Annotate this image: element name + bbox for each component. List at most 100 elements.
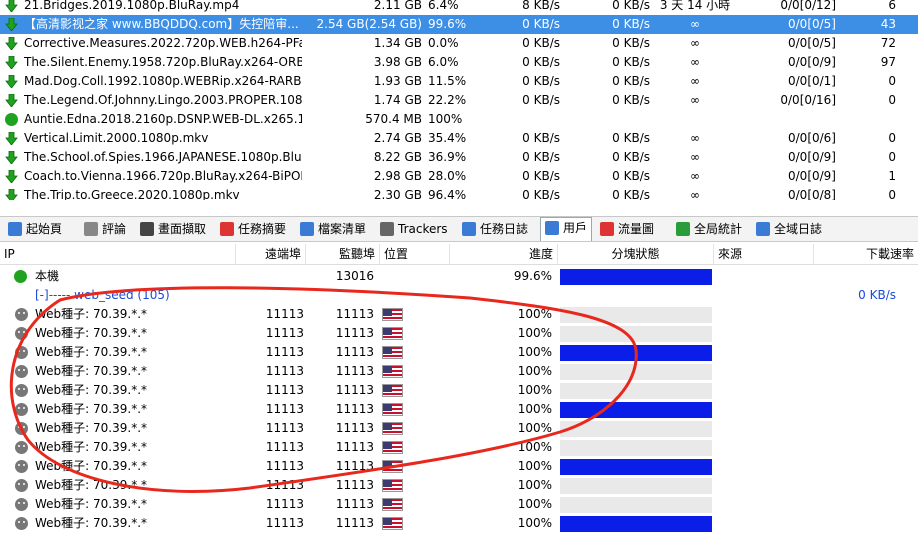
task-availability: 0 — [888, 131, 896, 145]
task-row[interactable]: Auntie.Edna.2018.2160p.DSNP.WEB-DL.x265.… — [0, 110, 918, 129]
peer-remote-port: 11113 — [265, 478, 304, 492]
trackers-icon — [380, 222, 394, 236]
peer-row[interactable]: Web種子: 70.39.*.* 11113 11113 100% — [0, 305, 918, 324]
task-peers: 0/0[0/5] — [788, 36, 836, 50]
peer-row[interactable]: Web種子: 70.39.*.* 11113 11113 100% — [0, 476, 918, 495]
users-icon — [545, 221, 559, 235]
task-row[interactable]: Vertical.Limit.2000.1080p.mkv 2.74 GB 35.4… — [0, 129, 918, 148]
tab-label: 用戶 — [563, 221, 588, 235]
us-flag-icon — [382, 479, 403, 492]
peer-row[interactable]: Web種子: 70.39.*.* 11113 11113 100% — [0, 457, 918, 476]
column-header-download-rate[interactable]: 下載速率 — [814, 244, 918, 264]
peer-pieces-bar — [560, 421, 712, 437]
peer-pieces-bar — [560, 478, 712, 494]
local-listen-port: 13016 — [335, 269, 374, 283]
task-row[interactable]: 【高清影视之家 www.BBQDDQ.com】失控陪审... 2.54 GB(2.… — [0, 15, 918, 34]
task-row[interactable]: Mad.Dog.Coll.1992.1080p.WEBRip.x264-RARB… — [0, 72, 918, 91]
web-seed-face-icon — [15, 308, 28, 321]
tab-label: 任務日誌 — [480, 222, 529, 236]
task-name: Vertical.Limit.2000.1080p.mkv — [24, 131, 209, 145]
stats-icon — [676, 222, 690, 236]
peer-listen-port: 11113 — [335, 459, 374, 473]
column-header-location[interactable]: 位置 — [380, 244, 450, 264]
tab-home[interactable]: 起始頁 — [4, 219, 66, 239]
task-size: 2.11 GB — [373, 0, 422, 12]
peer-row[interactable]: Web種子: 70.39.*.* 11113 11113 100% — [0, 343, 918, 362]
peer-row[interactable]: Web種子: 70.39.*.* 11113 11113 100% — [0, 495, 918, 514]
task-download-speed: 0 KB/s — [522, 17, 560, 31]
tab-comment[interactable]: 評論 — [80, 219, 130, 239]
tab-global-log[interactable]: 全域日誌 — [752, 219, 826, 239]
task-upload-speed: 0 KB/s — [612, 17, 650, 31]
task-availability: 1 — [888, 169, 896, 183]
column-header-listen-port[interactable]: 監聽埠 — [306, 244, 380, 264]
home-icon — [8, 222, 22, 236]
task-row[interactable]: Corrective.Measures.2022.720p.WEB.h264-P… — [0, 34, 918, 53]
task-list[interactable]: 21.Bridges.2019.1080p.BluRay.mp4 2.11 GB 6… — [0, 0, 918, 200]
tab-label: 畫面擷取 — [158, 222, 207, 236]
peer-pieces-bar — [560, 307, 712, 323]
download-arrow-icon — [5, 56, 18, 69]
tab-screenshot[interactable]: 畫面擷取 — [136, 219, 210, 239]
peer-row[interactable]: Web種子: 70.39.*.* 11113 11113 100% — [0, 419, 918, 438]
peer-ip: Web種子: 70.39.*.* — [35, 497, 148, 511]
column-header-progress[interactable]: 進度 — [450, 244, 558, 264]
tab-stats[interactable]: 全局統計 — [672, 219, 746, 239]
tab-log[interactable]: 任務日誌 — [458, 219, 532, 239]
task-eta: ∞ — [690, 74, 700, 88]
tab-files[interactable]: 檔案清單 — [296, 219, 370, 239]
tab-summary[interactable]: 任務摘要 — [216, 219, 290, 239]
task-row[interactable]: 21.Bridges.2019.1080p.BluRay.mp4 2.11 GB 6… — [0, 0, 918, 15]
task-row[interactable]: The.Trip.to.Greece.2020.1080p.mkv 2.30 GB… — [0, 186, 918, 200]
peer-ip: Web種子: 70.39.*.* — [35, 421, 148, 435]
peer-row[interactable]: Web種子: 70.39.*.* 11113 11113 100% — [0, 400, 918, 419]
column-header-pieces[interactable]: 分塊狀態 — [558, 244, 714, 264]
task-row[interactable]: The.Silent.Enemy.1958.720p.BluRay.x264-O… — [0, 53, 918, 72]
web-seed-face-icon — [15, 517, 28, 530]
web-seed-group-label[interactable]: [-]----- web_seed (105) — [35, 286, 170, 305]
tab-trackers[interactable]: Trackers — [376, 219, 452, 239]
web-seed-face-icon — [15, 460, 28, 473]
tab-label: 任務摘要 — [238, 222, 287, 236]
screenshot-icon — [140, 222, 154, 236]
peer-progress: 100% — [517, 364, 552, 378]
peer-ip: Web種子: 70.39.*.* — [35, 307, 148, 321]
task-availability: 0 — [888, 74, 896, 88]
peer-remote-port: 11113 — [265, 307, 304, 321]
peer-row[interactable]: Web種子: 70.39.*.* 11113 11113 100% — [0, 362, 918, 381]
peer-row[interactable]: Web種子: 70.39.*.* 11113 11113 100% — [0, 514, 918, 533]
task-size: 1.74 GB — [373, 93, 422, 107]
peer-row-local[interactable]: 本機 13016 99.6% — [0, 267, 918, 286]
column-header-remote-port[interactable]: 遠端埠 — [236, 244, 306, 264]
task-size: 8.22 GB — [373, 150, 422, 164]
peer-pieces-bar — [560, 516, 712, 532]
peer-listen-port: 11113 — [335, 364, 374, 378]
peer-listen-port: 11113 — [335, 440, 374, 454]
task-availability: 0 — [888, 150, 896, 164]
tab-label: 評論 — [102, 222, 127, 236]
task-peers: 0/0[0/16] — [780, 93, 836, 107]
column-header-ip[interactable]: IP — [0, 244, 236, 264]
task-upload-speed: 0 KB/s — [612, 55, 650, 69]
peer-listen-port: 11113 — [335, 307, 374, 321]
web-seed-group-row[interactable]: [-]----- web_seed (105) 0 KB/s — [0, 286, 918, 305]
comment-icon — [84, 222, 98, 236]
task-row[interactable]: The.School.of.Spies.1966.JAPANESE.1080p.… — [0, 148, 918, 167]
tab-users[interactable]: 用戶 — [540, 217, 593, 241]
task-row[interactable]: Coach.to.Vienna.1966.720p.BluRay.x264-Bi… — [0, 167, 918, 186]
tab-graph[interactable]: 流量圖 — [596, 219, 658, 239]
peer-row[interactable]: Web種子: 70.39.*.* 11113 11113 100% — [0, 438, 918, 457]
task-peers: 0/0[0/9] — [788, 55, 836, 69]
peer-ip: Web種子: 70.39.*.* — [35, 345, 148, 359]
peer-row[interactable]: Web種子: 70.39.*.* 11113 11113 100% — [0, 324, 918, 343]
us-flag-icon — [382, 346, 403, 359]
task-row[interactable]: The.Legend.Of.Johnny.Lingo.2003.PROPER.1… — [0, 91, 918, 110]
peer-remote-port: 11113 — [265, 497, 304, 511]
tab-label: 檔案清單 — [318, 222, 367, 236]
task-size: 2.74 GB — [373, 131, 422, 145]
column-header-source[interactable]: 來源 — [714, 244, 814, 264]
task-availability: 6 — [888, 0, 896, 12]
peers-table-header: IP 遠端埠 監聽埠 位置 進度 分塊狀態 來源 下載速率 — [0, 244, 918, 265]
peer-row[interactable]: Web種子: 70.39.*.* 11113 11113 100% — [0, 381, 918, 400]
task-download-speed: 0 KB/s — [522, 36, 560, 50]
